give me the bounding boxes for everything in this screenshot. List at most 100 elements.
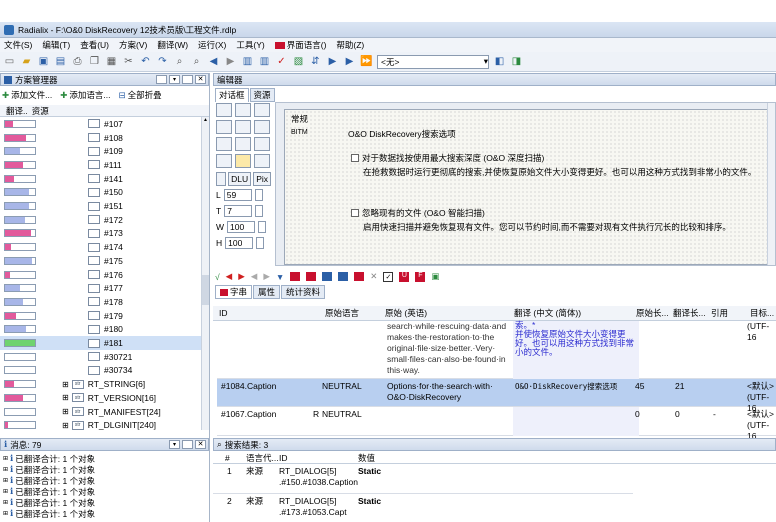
prop-left-input[interactable]: 59 (223, 189, 252, 201)
dropdown-icon[interactable]: ▾ (169, 75, 180, 84)
menu-translate[interactable]: 翻译(W) (157, 39, 188, 51)
export-icon[interactable]: ▣ (431, 271, 439, 282)
tree-group[interactable]: ⊞ str RT_STRING[6] (0, 377, 208, 391)
next-icon[interactable]: ▶ (238, 271, 245, 282)
tree-group[interactable]: ⊞ str RT_DLGINIT[240] (0, 418, 208, 432)
tree-scrollbar[interactable]: ▲ (201, 117, 209, 430)
back-icon[interactable]: ◀ (251, 271, 258, 282)
grid-icon[interactable] (216, 154, 232, 168)
add-file-button[interactable]: ✚ 添加文件... (2, 89, 52, 101)
font-icon[interactable] (216, 172, 227, 186)
new-icon[interactable]: ▭ (3, 55, 16, 68)
check-icon[interactable]: ✓ (275, 55, 288, 68)
tree-item[interactable]: #180 (0, 323, 208, 337)
dialog-title-label[interactable]: O&O DiskRecovery搜索选项 (348, 128, 456, 140)
option-deep-scan[interactable]: 对于数据找按使用最大搜索深度 (O&O 深度扫描) 在抢救数据时运行更彻底的搜索… (351, 152, 761, 178)
tab-dialog[interactable]: 对话框 (215, 88, 249, 102)
language-settings-icon[interactable]: ◧ (493, 55, 506, 68)
dropdown-icon[interactable]: ▾ (169, 440, 180, 449)
align-center-icon[interactable] (235, 103, 251, 117)
align-middle-icon[interactable] (235, 120, 251, 134)
save-icon[interactable]: ▣ (37, 55, 50, 68)
expand-icon[interactable]: ⊞ (3, 455, 8, 462)
add-language-button[interactable]: ✚ 添加语言... (60, 89, 110, 101)
header-id[interactable]: ID (219, 308, 228, 319)
checkbox[interactable] (351, 209, 359, 217)
tree-item[interactable]: #109 (0, 144, 208, 158)
open-icon[interactable]: ▰ (20, 55, 33, 68)
redo-icon[interactable]: ↷ (156, 55, 169, 68)
pix-button[interactable]: Pix (253, 172, 271, 186)
menu-file[interactable]: 文件(S) (4, 39, 32, 51)
filter-icon[interactable]: ▼ (276, 272, 284, 282)
expand-icon[interactable]: ⊞ (3, 499, 8, 506)
align-top-icon[interactable] (216, 120, 232, 134)
table-row[interactable]: 1 来源 RT_DIALOG[5] .#150.#1038.Caption St… (213, 464, 633, 494)
option-smart-scan[interactable]: 忽略现有的文件 (O&O 智能扫描) 启用快速扫描并避免恢复现有文件。您可以节约… (351, 207, 761, 233)
tree-item[interactable]: #151 (0, 199, 208, 213)
spin-icon[interactable] (258, 221, 267, 233)
tab-statistics[interactable]: 统计资料 (281, 285, 326, 299)
expand-icon[interactable]: ⊞ (3, 477, 8, 484)
prop-top-input[interactable]: 7 (224, 205, 253, 217)
filter-new-icon[interactable] (290, 272, 301, 281)
list-item[interactable]: ⊞ ℹ 已翻译合计: 1 个对象 (3, 464, 203, 475)
align-left-icon[interactable] (216, 103, 232, 117)
play-all-icon[interactable]: ⏩ (360, 55, 373, 68)
tree-item[interactable]: #107 (0, 117, 208, 131)
prop-height-input[interactable]: 100 (225, 237, 254, 249)
filter-clear-icon[interactable]: ✕ (370, 271, 377, 282)
align-bottom-icon[interactable] (254, 120, 270, 134)
same-height-icon[interactable] (235, 137, 251, 151)
dictionary-icon[interactable]: ▥ (258, 55, 271, 68)
copy-icon[interactable]: ❐ (88, 55, 101, 68)
close-icon[interactable]: ✕ (195, 440, 206, 449)
expand-icon[interactable]: ⊞ (3, 488, 8, 495)
options-icon[interactable]: ◨ (510, 55, 523, 68)
find-icon[interactable]: ⌕ (173, 55, 186, 68)
forward-arrow-icon[interactable]: ▶ (224, 55, 237, 68)
canvas-scrollbar[interactable] (767, 103, 775, 265)
list-item[interactable]: ⊞ ℹ 已翻译合计: 1 个对象 (3, 508, 203, 519)
play-next-icon[interactable]: ▶ (343, 55, 356, 68)
tree-item[interactable]: #177 (0, 281, 208, 295)
same-width-icon[interactable] (216, 137, 232, 151)
header-trans-len[interactable]: 翻译长... (673, 308, 706, 319)
menu-ui-language[interactable]: 界面语言() (274, 39, 326, 51)
tree-group[interactable]: ⊞ str RT_MANIFEST[24] (0, 405, 208, 419)
cell-translation[interactable]: 索。* 并使恢复原始文件大小变得更好。也可以用这种方式找到非常小的文件。 (513, 321, 639, 379)
filter-all-icon[interactable] (354, 272, 365, 281)
tree-item[interactable]: #108 (0, 131, 208, 145)
print-icon[interactable]: ⎙ (71, 55, 84, 68)
menu-run[interactable]: 运行(X) (198, 39, 226, 51)
same-size-icon[interactable] (254, 137, 270, 151)
list-item[interactable]: ⊞ ℹ 已翻译合计: 1 个对象 (3, 486, 203, 497)
checkbox-icon[interactable]: ✓ (383, 271, 394, 282)
tab-resource[interactable]: 资源 (249, 88, 275, 102)
expand-icon[interactable]: ⊞ (62, 393, 69, 402)
expand-icon[interactable]: ⊞ (62, 407, 69, 416)
checkbox[interactable] (351, 154, 359, 162)
menu-help[interactable]: 帮助(Z) (336, 39, 364, 51)
restore-icon[interactable] (182, 440, 193, 449)
undo-icon[interactable]: ↶ (139, 55, 152, 68)
tree-item[interactable]: #181 (0, 336, 208, 350)
filter-check-icon[interactable] (338, 272, 349, 281)
table-row[interactable]: search·while·rescuing·data·and makes·the… (217, 321, 776, 379)
header-value[interactable]: 数值 (358, 453, 375, 464)
expand-icon[interactable]: ⊞ (3, 466, 8, 473)
find-replace-icon[interactable]: ⌕ (190, 55, 203, 68)
accept-icon[interactable]: √ (215, 272, 220, 282)
tree-item[interactable]: #30721 (0, 350, 208, 364)
tree-item[interactable]: #172 (0, 213, 208, 227)
expand-icon[interactable]: ⊞ (62, 421, 69, 430)
unicode-icon[interactable]: U (399, 271, 410, 282)
table-row-selected[interactable]: #1084.Caption NEUTRAL Options·for·the·se… (217, 379, 776, 413)
scrollbar-thumb[interactable] (202, 275, 209, 305)
spin-icon[interactable] (255, 205, 264, 217)
cell-translation[interactable] (513, 407, 639, 436)
tab-strings[interactable]: 字串 (215, 285, 253, 299)
save-all-icon[interactable]: ▤ (54, 55, 67, 68)
close-icon[interactable]: ✕ (195, 75, 206, 84)
spin-icon[interactable] (256, 237, 265, 249)
